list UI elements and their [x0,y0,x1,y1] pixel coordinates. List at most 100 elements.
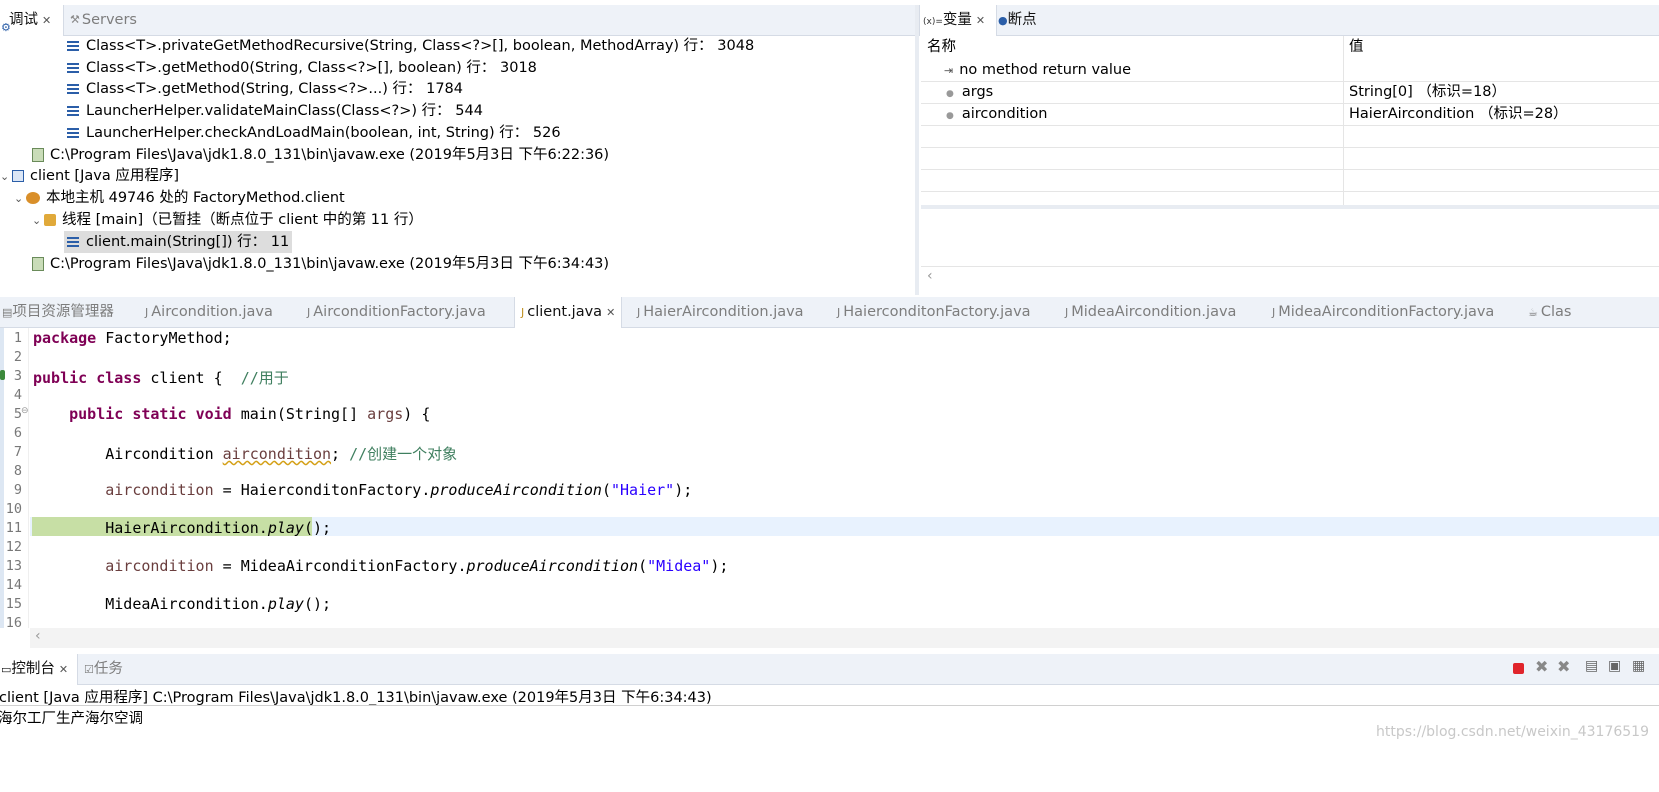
vm-item[interactable]: ⌄ 本地主机 49746 处的 FactoryMethod.client [14,187,345,209]
debug-tabbar: ⚙调试 ✕ ⚒ Servers [0,5,915,36]
thread-item[interactable]: ⌄ 线程 [main]（已暂挂（断点位于 client 中的第 11 行） [32,209,423,231]
breakpoint-marker-icon[interactable] [0,370,5,380]
stack-frame-label: Class<T>.privateGetMethodRecursive(Strin… [86,38,755,54]
close-icon[interactable]: ✕ [976,14,985,27]
line-number[interactable]: 8 [0,463,22,479]
tab-midea-aircondition[interactable]: J MideaAircondition.java [1065,297,1236,327]
tab-breakpoints[interactable]: ●断点 [998,5,1037,35]
line-number[interactable]: 4 [0,387,22,403]
stack-frame[interactable]: Class<T>.getMethod(String, Class<?>...) … [67,78,463,100]
variable-value[interactable]: HaierAircondition （标识=28） [1349,103,1568,125]
tab-debug[interactable]: ⚙调试 ✕ [0,5,64,36]
process-item[interactable]: C:\Program Files\Java\jdk1.8.0_131\bin\j… [32,144,609,166]
chevron-down-icon[interactable]: ⌄ [32,210,44,232]
line-number[interactable]: 7 [0,444,22,460]
watermark: https://blog.csdn.net/weixin_43176519 [1375,724,1649,740]
display-console-icon[interactable]: ▣ [1608,658,1621,674]
code-line[interactable]: Aircondition aircondition; //创建一个对象 [33,443,457,464]
tab-label: MideaAirconditionFactory.java [1278,304,1495,320]
line-number[interactable]: 2 [0,349,22,365]
line-number[interactable]: 14 [0,577,22,593]
scroll-left-icon[interactable]: ‹ [35,628,41,644]
tab-haier-aircondition[interactable]: J HaierAircondition.java [637,297,804,327]
line-number[interactable]: 11 [0,520,22,536]
column-header-name[interactable]: 名称 [927,36,956,58]
tab-label: 项目资源管理器 [12,304,114,320]
line-number[interactable]: 6 [0,425,22,441]
tab-project-explorer[interactable]: ▤项目资源管理器 [2,297,114,327]
editor-tabbar: ▤项目资源管理器 J Aircondition.java J Airconditio… [0,297,1659,328]
pin-console-icon[interactable]: ▤ [1585,658,1598,674]
line-number[interactable]: 13 [0,558,22,574]
variable-row[interactable]: ● args [946,81,993,103]
stack-frame[interactable]: Class<T>.privateGetMethodRecursive(Strin… [67,35,754,57]
variables-tabbar: (x)=变量 ✕ ●断点 [919,5,1659,36]
code-line[interactable]: HaierAircondition.play(); [33,519,331,537]
remove-launch-icon[interactable]: ✖ [1535,657,1548,676]
line-number[interactable]: 10 [0,501,22,517]
code-line[interactable]: MideaAircondition.play(); [33,595,331,613]
variable-name: args [961,84,994,100]
process-item[interactable]: C:\Program Files\Java\jdk1.8.0_131\bin\j… [32,253,609,275]
java-file-icon: J [837,306,841,319]
remove-all-icon[interactable]: ✖ [1557,657,1570,676]
stack-frame[interactable]: LauncherHelper.validateMainClass(Class<?… [67,100,483,122]
column-header-value[interactable]: 值 [1349,36,1364,58]
terminate-icon[interactable] [1513,663,1524,674]
comment: //创建一个对象 [349,445,458,463]
line-number[interactable]: 12 [0,539,22,555]
tab-servers[interactable]: ⚒ Servers [70,5,137,35]
tab-tasks[interactable]: ☑任务 [84,654,123,684]
console-divider [0,705,1659,706]
chevron-down-icon[interactable]: ⌄ [14,188,26,210]
code-line[interactable]: public class client { //用于 [33,367,289,388]
code-line[interactable]: aircondition = HaierconditonFactory.prod… [33,481,692,499]
code-line[interactable]: package FactoryMethod; [33,329,232,347]
open-console-icon[interactable]: ▦ [1632,658,1645,674]
fold-collapse-icon[interactable]: ⊖ [21,406,29,416]
line-number[interactable]: 16 [0,615,22,631]
method-call: produceAircondition [430,481,602,499]
tab-class-file[interactable]: ☕ Clas [1528,297,1571,327]
java-file-icon: J [307,306,311,319]
panel-divider[interactable] [915,5,919,295]
close-icon[interactable]: ✕ [59,663,68,676]
line-number[interactable]: 5 [0,406,22,422]
chevron-down-icon[interactable]: ⌄ [0,166,12,188]
tab-client-java[interactable]: Jclient.java ✕ [514,297,623,328]
line-number[interactable]: 9 [0,482,22,498]
stack-frame-icon [67,128,79,138]
close-icon[interactable]: ✕ [42,14,51,27]
launch-item[interactable]: ⌄ client [Java 应用程序] [0,165,179,187]
scroll-left-icon[interactable]: ‹ [927,268,933,284]
tab-aircondition-factory[interactable]: J AirconditionFactory.java [307,297,486,327]
java-file-icon: J [145,306,149,319]
code-text: = MideaAirconditionFactory. [213,557,467,575]
variable-row[interactable]: ● aircondition [946,103,1047,125]
editor-horizontal-scrollbar[interactable]: ‹ [30,628,1659,648]
variable-row[interactable]: ⇥ no method return value [944,59,1131,81]
class-file-icon: ☕ [1528,306,1538,319]
code-line[interactable]: aircondition = MideaAirconditionFactory.… [33,557,728,575]
line-number[interactable]: 1 [0,330,22,346]
stack-frame[interactable]: LauncherHelper.checkAndLoadMain(boolean,… [67,122,561,144]
column-divider[interactable] [1343,36,1344,206]
code-text: (); [303,595,332,613]
code-line[interactable]: public static void main(String[] args) { [33,405,430,423]
tab-console[interactable]: ▭控制台 ✕ [0,654,78,685]
details-sash[interactable] [921,205,1659,209]
line-number[interactable]: 15 [0,596,22,612]
stack-frame-selected[interactable]: client.main(String[]) 行： 11 [64,231,293,253]
tab-aircondition[interactable]: J Aircondition.java [145,297,273,327]
code-text: HaierAircondition. [105,519,268,537]
tab-variables[interactable]: (x)=变量 ✕ [919,5,997,36]
stack-frame[interactable]: Class<T>.getMethod0(String, Class<?>[], … [67,57,537,79]
keyword: static [132,405,187,423]
process-icon [32,148,44,162]
tab-midea-factory[interactable]: J MideaAirconditionFactory.java [1272,297,1494,327]
close-icon[interactable]: ✕ [606,306,615,319]
console-output[interactable]: 海尔工厂生产海尔空调 [0,707,143,728]
tab-haier-factory[interactable]: J HaierconditonFactory.java [837,297,1031,327]
variable-value[interactable]: String[0] （标识=18） [1349,81,1506,103]
horizontal-scrollbar[interactable]: ‹ [921,266,1659,289]
